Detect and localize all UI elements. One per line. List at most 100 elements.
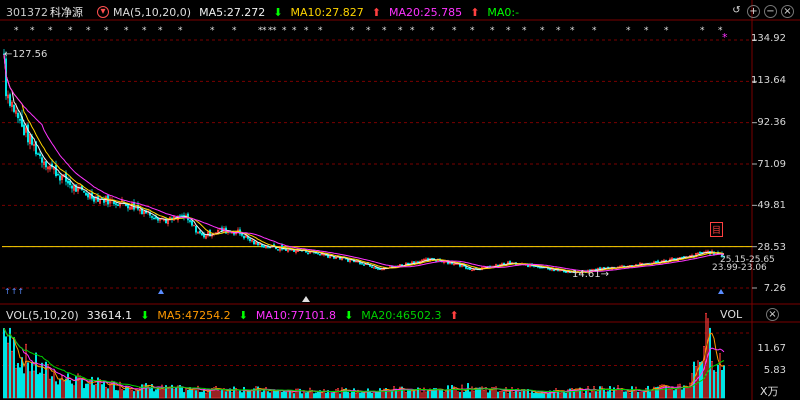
volume-bar — [590, 390, 593, 399]
zoom-in-button[interactable]: + — [747, 5, 760, 18]
dropdown-icon[interactable]: ▾ — [97, 6, 109, 18]
volume-bar — [290, 391, 293, 399]
event-marker: * — [410, 26, 415, 36]
event-marker: * — [664, 26, 669, 36]
event-marker: * — [350, 26, 355, 36]
volume-bar — [404, 392, 407, 399]
candle-body — [83, 191, 86, 193]
event-marker: * — [14, 26, 19, 36]
volume-bar — [81, 379, 84, 399]
volume-bar — [620, 389, 623, 399]
volume-bar — [137, 390, 140, 399]
volume-bar — [46, 364, 49, 399]
volume-bar — [163, 388, 166, 399]
event-marker: * — [398, 26, 403, 36]
volume-bar — [18, 367, 21, 399]
volume-bar — [26, 362, 29, 399]
volume-axis-label: VOL — [720, 308, 743, 321]
volume-bar — [468, 391, 471, 399]
volume-bar — [616, 385, 619, 399]
price-header: 301372 科净源 ▾ MA(5,10,20,0) MA5:27.272 ⬇ M… — [0, 3, 527, 21]
volume-bar — [270, 389, 273, 399]
candle-body — [201, 232, 204, 236]
price-tick: 113.64 — [751, 75, 786, 86]
zoom-out-button[interactable]: − — [764, 5, 777, 18]
ma5-value: MA5:27.272 — [199, 5, 266, 19]
candle-body — [40, 157, 43, 163]
volume-bar — [458, 392, 461, 399]
volume-bar — [448, 390, 451, 399]
volume-bar — [668, 389, 671, 399]
volume-bar — [542, 393, 545, 399]
ma10-value: MA10:27.827 — [290, 5, 364, 19]
volume-bar — [260, 391, 263, 399]
volume-bar — [201, 391, 204, 399]
volume-bar — [85, 383, 88, 399]
volume-bar — [44, 361, 47, 399]
volume-ma10: MA10:77101.8 — [255, 308, 337, 322]
volume-bar — [424, 391, 427, 399]
volume-bar — [191, 389, 194, 399]
volume-bar — [704, 312, 707, 399]
volume-bar — [406, 390, 409, 399]
candle-body — [552, 269, 555, 272]
volume-bar — [95, 383, 98, 399]
back-icon[interactable]: ↺ — [730, 5, 743, 18]
ma-indicator-label[interactable]: MA(5,10,20,0) — [113, 6, 191, 19]
candle-body — [654, 261, 657, 263]
volume-bar — [308, 387, 311, 399]
event-marker: * — [124, 26, 129, 36]
candle-body — [13, 104, 16, 112]
candle-body — [682, 256, 685, 258]
volume-bar — [706, 318, 709, 399]
candle-body — [54, 164, 57, 177]
volume-bar — [316, 391, 319, 399]
volume-bar — [183, 392, 186, 399]
volume-indicator-label[interactable]: VOL(5,10,20) — [6, 309, 79, 322]
volume-bar — [720, 369, 723, 399]
volume-bar — [135, 390, 138, 399]
candle-body — [153, 217, 156, 220]
volume-bar — [518, 391, 521, 399]
volume-ma20-line — [3, 328, 725, 393]
volume-bar — [680, 389, 683, 399]
volume-bar — [241, 392, 244, 399]
volume-bar — [592, 386, 595, 399]
event-marker: * — [68, 26, 73, 36]
price-tick: 49.81 — [757, 200, 786, 211]
event-marker: * — [506, 26, 511, 36]
candle-body — [16, 112, 19, 119]
event-marker: * — [48, 26, 53, 36]
candle-body — [117, 204, 120, 207]
volume-bar — [87, 383, 90, 399]
candle-body — [538, 267, 541, 269]
volume-bar — [233, 386, 236, 399]
volume-bar — [42, 373, 45, 399]
volume-close-button[interactable]: × — [766, 308, 779, 321]
volume-bar — [596, 391, 599, 399]
volume-bar — [482, 389, 485, 399]
event-marker: * — [142, 26, 147, 36]
candle-body — [189, 220, 192, 222]
volume-bar — [219, 391, 222, 399]
volume-bar — [306, 391, 309, 399]
event-marker: * — [452, 26, 457, 36]
volume-bar — [456, 391, 459, 399]
event-marker: * — [158, 26, 163, 36]
volume-bar — [638, 392, 641, 399]
volume-bar — [512, 392, 515, 399]
volume-bar — [442, 392, 445, 399]
close-button[interactable]: × — [781, 5, 794, 18]
volume-bar — [288, 391, 291, 399]
volume-bar — [28, 371, 31, 399]
volume-bar — [386, 391, 389, 399]
volume-bar — [604, 391, 607, 399]
volume-bar — [302, 391, 305, 399]
volume-bar — [127, 387, 130, 399]
volume-bar — [13, 337, 16, 399]
volume-bar — [107, 388, 110, 399]
signal-badge[interactable]: 目 — [710, 222, 724, 237]
volume-bar — [634, 386, 637, 399]
candlestick-chart[interactable]: * * * * * * * * * * * * * * * * * * * * * * * * * * * * * * * * * * * * * * * *… — [0, 0, 800, 400]
volume-bar — [40, 362, 43, 399]
